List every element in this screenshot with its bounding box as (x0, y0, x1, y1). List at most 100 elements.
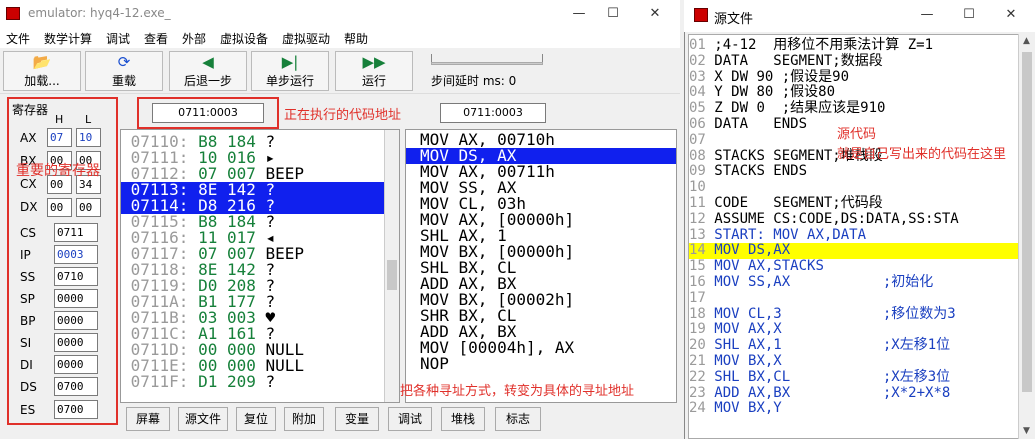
reg-ax-low[interactable]: 10 (76, 128, 101, 147)
source-line[interactable]: 01 ;4-12 用移位不用乘法计算 Z=1 (689, 37, 1018, 54)
source-line[interactable]: 12 ASSUME CS:CODE,DS:DATA,SS:STA (689, 210, 1018, 228)
menu-virtual-drive[interactable]: 虚拟驱动 (282, 30, 330, 47)
debug-button[interactable]: 调试 (388, 407, 432, 431)
source-line[interactable]: 20 SHL AX,1 ;X左移1位 (689, 337, 1018, 354)
source-line[interactable]: 13 START: MOV AX,DATA (689, 226, 1018, 244)
line-number: 07 (689, 131, 706, 148)
menu-virtual-device[interactable]: 虚拟设备 (220, 30, 268, 47)
source-line[interactable]: 09 STACKS ENDS (689, 163, 1018, 180)
reg-ip-value[interactable]: 0003 (54, 245, 98, 264)
reg-ax-high[interactable]: 07 (47, 128, 72, 147)
run-icon: ▶▶ (362, 53, 386, 71)
source-annotation-2: 就是自己写出来的代码在这里 (837, 147, 1007, 162)
reset-button[interactable]: 复位 (236, 407, 276, 431)
close-button[interactable]: ✕ (638, 3, 672, 25)
current-address-field[interactable]: 0711:0003 (152, 103, 264, 123)
menu-math[interactable]: 数学计算 (44, 30, 92, 47)
screen-button[interactable]: 屏幕 (126, 407, 170, 431)
reg-es-label: ES (20, 403, 36, 417)
step-delay-slider[interactable] (427, 52, 547, 70)
step-back-button[interactable]: ◀ 后退一步 (169, 51, 247, 91)
attach-button[interactable]: 附加 (284, 407, 324, 431)
reg-ip-label: IP (20, 248, 31, 262)
line-number: 01 (689, 37, 706, 53)
source-line[interactable]: 21 MOV BX,X (689, 353, 1018, 370)
scroll-down-icon[interactable]: ▼ (1023, 426, 1030, 436)
menu-external[interactable]: 外部 (182, 30, 206, 47)
load-button[interactable]: 📂 加载... (3, 51, 81, 91)
reg-cs-value[interactable]: 0711 (54, 223, 98, 242)
slider-track (431, 62, 543, 65)
source-button[interactable]: 源文件 (178, 407, 228, 431)
source-line[interactable]: 05 Z DW 0 ;结果应该是910 (689, 100, 1018, 117)
desktop: emulator: hyq4-12.exe_ — ☐ ✕ 文件 数学计算 调试 … (0, 0, 1035, 439)
source-line[interactable]: 14 MOV DS,AX (689, 242, 1018, 260)
memory-hex: D1 (198, 372, 218, 391)
reg-ds-value[interactable]: 0700 (54, 377, 98, 396)
source-line[interactable]: 03 X DW 90 ;假设是90 (689, 68, 1018, 86)
maximize-button[interactable]: ☐ (596, 3, 630, 25)
source-close-button[interactable]: ✕ (994, 4, 1028, 26)
memory-row[interactable]: 0711F: D1 209 ? (121, 374, 385, 390)
source-minimize-button[interactable]: — (910, 4, 944, 26)
stack-button[interactable]: 堆栈 (441, 407, 485, 431)
registers-h-header: H (55, 113, 64, 126)
step-forward-button-label: 单步运行 (265, 74, 314, 88)
source-line[interactable]: 02 DATA SEGMENT;数据段 (689, 53, 1018, 70)
registers-l-header: L (85, 113, 92, 126)
source-scrollbar-thumb[interactable] (1022, 52, 1032, 392)
step-back-icon: ◀ (202, 53, 214, 71)
minimize-button[interactable]: — (562, 3, 596, 25)
run-button[interactable]: ▶▶ 运行 (335, 51, 413, 91)
line-number: 13 (689, 226, 706, 243)
line-number: 19 (689, 321, 706, 338)
source-maximize-button[interactable]: ☐ (952, 4, 986, 26)
source-line[interactable]: 19 MOV AX,X (689, 321, 1018, 338)
source-line[interactable]: 10 (689, 179, 1018, 196)
disasm-address-field[interactable]: 0711:0003 (440, 103, 546, 123)
reg-bp-value[interactable]: 0000 (54, 311, 98, 330)
reg-dx-high[interactable]: 00 (47, 198, 72, 217)
scroll-up-icon[interactable]: ▲ (1023, 36, 1030, 46)
reg-es-value[interactable]: 0700 (54, 400, 98, 419)
source-line[interactable]: 04 Y DW 80 ;假设80 (689, 84, 1018, 101)
source-line[interactable]: 18 MOV CL,3 ;移位数为3 (689, 305, 1018, 323)
slider-ticks (431, 54, 543, 62)
source-line[interactable]: 23 ADD AX,BX ;X*2+X*8 (689, 385, 1018, 402)
memory-scrollbar[interactable] (384, 130, 399, 402)
menu-file[interactable]: 文件 (6, 30, 30, 47)
step-forward-button[interactable]: ▶| 单步运行 (251, 51, 329, 91)
line-number: 11 (689, 195, 706, 211)
variables-button[interactable]: 变量 (335, 407, 379, 431)
reg-sp-label: SP (20, 292, 35, 306)
source-line[interactable]: 16 MOV SS,AX ;初始化 (689, 274, 1018, 291)
reg-di-value[interactable]: 0000 (54, 355, 98, 374)
source-code-area[interactable]: 01 ;4-12 用移位不用乘法计算 Z=1 02 DATA SEGMENT;数据… (688, 34, 1019, 439)
source-annotation-1: 源代码 (837, 127, 877, 142)
source-line[interactable]: 24 MOV BX,Y (689, 400, 1018, 417)
reload-button[interactable]: ⟳ 重载 (85, 51, 163, 91)
disassembly-row[interactable]: NOP (406, 356, 676, 372)
source-line[interactable]: 11 CODE SEGMENT;代码段 (689, 195, 1018, 212)
flags-button[interactable]: 标志 (495, 407, 541, 431)
source-line[interactable]: 17 (689, 290, 1018, 307)
memory-scrollbar-thumb[interactable] (387, 260, 397, 290)
memory-address: 0711F: (130, 372, 189, 391)
menu-help[interactable]: 帮助 (344, 30, 368, 47)
memory-panel[interactable]: 07110: B8 184 ? 07111: 10 016 ▸ 07112: 0… (120, 129, 400, 403)
source-line[interactable]: 15 MOV AX,STACKS (689, 258, 1018, 275)
menu-view[interactable]: 查看 (144, 30, 168, 47)
reg-si-value[interactable]: 0000 (54, 333, 98, 352)
disassembly-panel[interactable]: MOV AX, 00710h MOV DS, AX MOV AX, 00711h MO… (405, 129, 677, 403)
line-text: X DW 90 ;假设是90 (714, 68, 850, 85)
source-scrollbar[interactable]: ▲ ▼ (1018, 34, 1035, 439)
disassembly-annotation: 把各种寻址方式，转变为具体的寻址地址 (400, 384, 635, 399)
line-number: 18 (689, 305, 706, 322)
line-number: 12 (689, 210, 706, 227)
reg-dx-low[interactable]: 00 (76, 198, 101, 217)
menu-debug[interactable]: 调试 (106, 30, 130, 47)
source-line[interactable]: 22 SHL BX,CL ;X左移3位 (689, 369, 1018, 386)
line-text: ;4-12 用移位不用乘法计算 Z=1 (714, 37, 934, 53)
reg-sp-value[interactable]: 0000 (54, 289, 98, 308)
reg-ss-value[interactable]: 0710 (54, 267, 98, 286)
